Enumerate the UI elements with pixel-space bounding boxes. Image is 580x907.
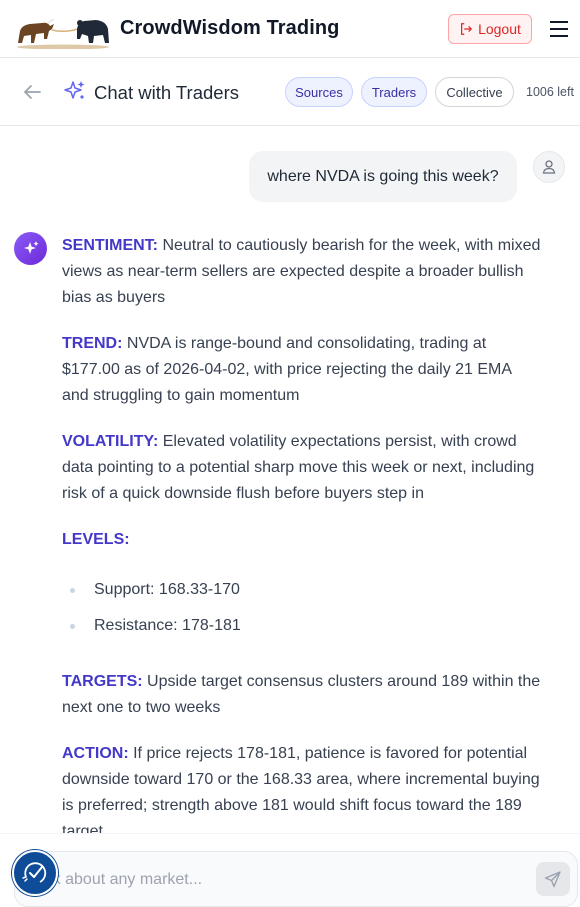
accessibility-icon xyxy=(22,862,47,883)
hamburger-menu-icon[interactable] xyxy=(548,18,572,40)
targets-paragraph: TARGETS: Upside target consensus cluster… xyxy=(62,669,542,721)
action-text: If price rejects 178-181, patience is fa… xyxy=(62,745,540,840)
filter-pill-sources[interactable]: Sources xyxy=(285,77,353,107)
targets-label: TARGETS: xyxy=(62,673,143,690)
chat-header: Chat with Traders Sources Traders Collec… xyxy=(0,58,580,126)
arrow-left-icon[interactable] xyxy=(20,80,44,104)
send-button[interactable] xyxy=(536,862,570,896)
volatility-paragraph: VOLATILITY: Elevated volatility expectat… xyxy=(62,429,542,507)
trend-paragraph: TREND: NVDA is range-bound and consolida… xyxy=(62,331,542,409)
chat-title: Chat with Traders xyxy=(94,82,239,103)
levels-label: LEVELS: xyxy=(62,531,130,548)
action-label: ACTION: xyxy=(62,745,129,762)
volatility-label: VOLATILITY: xyxy=(62,433,159,450)
messages-left-count: 1006 left xyxy=(526,85,574,99)
user-message-text: where NVDA is going this week? xyxy=(267,167,499,185)
sentiment-label: SENTIMENT: xyxy=(62,237,158,254)
user-message-bubble: where NVDA is going this week? xyxy=(249,151,517,202)
action-paragraph: ACTION: If price rejects 178-181, patien… xyxy=(62,741,542,845)
accessibility-button[interactable] xyxy=(12,850,58,896)
filter-pill-traders[interactable]: Traders xyxy=(361,77,427,107)
top-header: CrowdWisdom Trading Logout xyxy=(0,0,580,58)
levels-paragraph: LEVELS: xyxy=(62,527,542,553)
send-icon xyxy=(544,871,561,888)
trend-text: NVDA is range-bound and consolidating, t… xyxy=(62,335,512,404)
brand-name: CrowdWisdom Trading xyxy=(120,17,340,39)
filter-pill-collective[interactable]: Collective xyxy=(435,77,514,107)
logout-label: Logout xyxy=(478,21,521,37)
logout-icon xyxy=(461,23,473,35)
sentiment-paragraph: SENTIMENT: Neutral to cautiously bearish… xyxy=(62,233,542,311)
sparkle-icon xyxy=(23,240,39,254)
bull-and-bear-logo[interactable] xyxy=(14,9,113,50)
message-input[interactable] xyxy=(34,868,514,892)
sparkle-icon xyxy=(64,80,86,102)
levels-list: Support: 168.33-170 Resistance: 178-181 xyxy=(62,577,542,649)
list-item: Support: 168.33-170 xyxy=(62,577,542,613)
user-icon xyxy=(533,151,565,183)
trend-label: TREND: xyxy=(62,335,123,352)
list-item: Resistance: 178-181 xyxy=(62,613,542,649)
bot-avatar xyxy=(14,232,47,265)
logout-button[interactable]: Logout xyxy=(448,14,532,44)
assistant-answer: SENTIMENT: Neutral to cautiously bearish… xyxy=(62,233,542,865)
